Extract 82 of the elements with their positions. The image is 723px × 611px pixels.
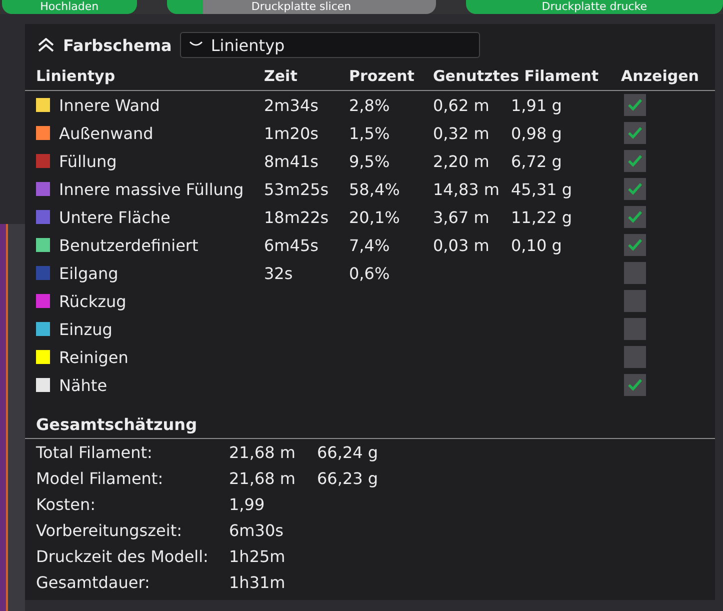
show-checkbox[interactable]: [624, 318, 646, 340]
summary-label: Model Filament:: [36, 468, 164, 488]
time-cell: 32s: [264, 264, 293, 282]
show-checkbox[interactable]: [624, 346, 646, 368]
percent-cell: 7,4%: [349, 236, 390, 254]
line-type-name: Benutzerdefiniert: [59, 236, 198, 254]
summary-label: Gesamtdauer:: [36, 572, 151, 592]
summary-title: Gesamtschätzung: [25, 405, 715, 439]
show-checkbox[interactable]: [624, 178, 646, 200]
toolbar-button[interactable]: Hochladen: [2, 0, 137, 14]
line-type-name: Rückzug: [59, 292, 126, 310]
line-type-name: Füllung: [59, 152, 117, 170]
summary-label: Total Filament:: [36, 442, 154, 462]
line-type-name: Innere Wand: [59, 96, 160, 114]
check-icon: [627, 210, 643, 224]
summary-value: 66,23 g: [317, 468, 378, 488]
check-icon: [627, 126, 643, 140]
percent-cell: 9,5%: [349, 152, 390, 170]
summary-value: 6m30s: [229, 520, 284, 540]
time-cell: 1m20s: [264, 124, 318, 142]
time-cell: 2m34s: [264, 96, 318, 114]
weight-cell: 0,10 g: [511, 236, 562, 254]
line-type-name: Innere massive Füllung: [59, 180, 244, 198]
line-type-name: Reinigen: [59, 348, 128, 366]
column-header: Genutztes Filament: [433, 67, 600, 85]
summary-label: Vorbereitungszeit:: [36, 520, 183, 540]
summary-value: 1h31m: [229, 572, 286, 592]
check-icon: [627, 238, 643, 252]
show-checkbox[interactable]: [624, 206, 646, 228]
show-checkbox[interactable]: [624, 150, 646, 172]
toolbar-button[interactable]: Druckplatte drucke: [466, 0, 723, 14]
weight-cell: 0,98 g: [511, 124, 562, 142]
line-type-name: Untere Fläche: [59, 208, 170, 226]
summary-value: 66,24 g: [317, 442, 378, 462]
check-icon: [627, 378, 643, 392]
percent-cell: 1,5%: [349, 124, 390, 142]
line-type-name: Außenwand: [59, 124, 154, 142]
weight-cell: 11,22 g: [511, 208, 572, 226]
panel-title: Farbschema: [63, 36, 172, 54]
length-cell: 14,83 m: [433, 180, 500, 198]
time-cell: 53m25s: [264, 180, 329, 198]
time-cell: 6m45s: [264, 236, 318, 254]
length-cell: 0,03 m: [433, 236, 490, 254]
percent-cell: 0,6%: [349, 264, 390, 282]
length-cell: 0,32 m: [433, 124, 490, 142]
check-icon: [627, 182, 643, 196]
summary-value: 21,68 m: [229, 468, 296, 488]
show-checkbox[interactable]: [624, 374, 646, 396]
length-cell: 0,62 m: [433, 96, 490, 114]
weight-cell: 6,72 g: [511, 152, 562, 170]
summary-value: 1h25m: [229, 546, 286, 566]
percent-cell: 20,1%: [349, 208, 400, 226]
time-cell: 8m41s: [264, 152, 318, 170]
summary-label: Kosten:: [36, 494, 96, 514]
show-checkbox[interactable]: [624, 290, 646, 312]
toolbar-button[interactable]: Druckplatte slicen: [166, 0, 436, 14]
summary-value: 21,68 m: [229, 442, 296, 462]
column-header: Zeit: [264, 67, 298, 85]
scheme-dropdown[interactable]: Linientyp: [180, 32, 480, 58]
column-header: Prozent: [349, 67, 416, 85]
percent-cell: 2,8%: [349, 96, 390, 114]
show-checkbox[interactable]: [624, 122, 646, 144]
check-icon: [627, 98, 643, 112]
line-type-name: Eilgang: [59, 264, 118, 282]
show-checkbox[interactable]: [624, 94, 646, 116]
time-cell: 18m22s: [264, 208, 329, 226]
summary-label: Druckzeit des Modell:: [36, 546, 210, 566]
column-header: Linientyp: [36, 67, 116, 85]
show-checkbox[interactable]: [624, 234, 646, 256]
weight-cell: 45,31 g: [511, 180, 572, 198]
collapse-icon[interactable]: [37, 38, 55, 52]
check-icon: [627, 154, 643, 168]
line-type-name: Nähte: [59, 376, 108, 394]
column-header: Anzeigen: [621, 67, 700, 85]
summary-value: 1,99: [229, 494, 265, 514]
show-checkbox[interactable]: [624, 262, 646, 284]
length-cell: 2,20 m: [433, 152, 490, 170]
caret-icon: [188, 41, 203, 49]
percent-cell: 58,4%: [349, 180, 400, 198]
weight-cell: 1,91 g: [511, 96, 562, 114]
line-type-name: Einzug: [59, 320, 112, 338]
length-cell: 3,67 m: [433, 208, 490, 226]
